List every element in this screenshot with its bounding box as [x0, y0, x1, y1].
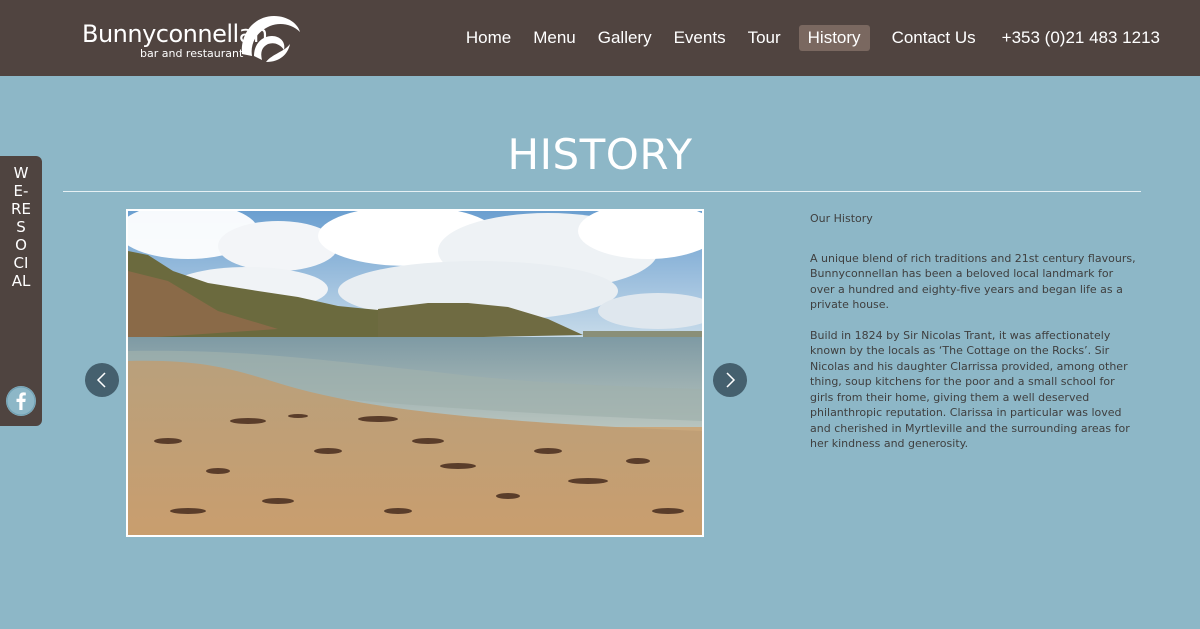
nav-menu[interactable]: Menu — [533, 25, 576, 51]
main-nav: Home Menu Gallery Events Tour History Co… — [444, 25, 1160, 51]
nav-contact-us[interactable]: Contact Us — [892, 25, 976, 51]
history-paragraph-1: A unique blend of rich traditions and 21… — [810, 251, 1136, 312]
logo[interactable]: Bunnyconnellan bar and restaurant — [82, 14, 312, 68]
nav-history[interactable]: History — [798, 25, 870, 51]
history-heading: Our History — [810, 212, 873, 225]
nav-gallery[interactable]: Gallery — [598, 25, 652, 51]
history-paragraph-2: Build in 1824 by Sir Nicolas Trant, it w… — [810, 328, 1130, 451]
nav-home[interactable]: Home — [466, 25, 511, 51]
facebook-icon[interactable] — [6, 386, 36, 416]
gallery-next-button[interactable] — [713, 363, 747, 397]
nav-tour[interactable]: Tour — [748, 25, 781, 51]
gallery-photo-beach — [126, 209, 704, 537]
nav-events[interactable]: Events — [674, 25, 726, 51]
history-text: Our History A unique blend of rich tradi… — [810, 211, 1140, 467]
social-sidebar: WE-RE SOCIAL — [0, 156, 42, 426]
logo-wave-icon — [241, 16, 300, 62]
chevron-right-icon — [726, 372, 736, 388]
chevron-left-icon — [96, 372, 106, 388]
site-header: Bunnyconnellan bar and restaurant Home M… — [0, 0, 1200, 76]
social-label: WE-RE SOCIAL — [11, 164, 31, 290]
page-title: HISTORY — [507, 130, 693, 179]
gallery-prev-button[interactable] — [85, 363, 119, 397]
title-divider — [63, 191, 1141, 192]
phone-link[interactable]: +353 (0)21 483 1213 — [1002, 28, 1160, 48]
logo-tagline: bar and restaurant — [140, 47, 244, 60]
